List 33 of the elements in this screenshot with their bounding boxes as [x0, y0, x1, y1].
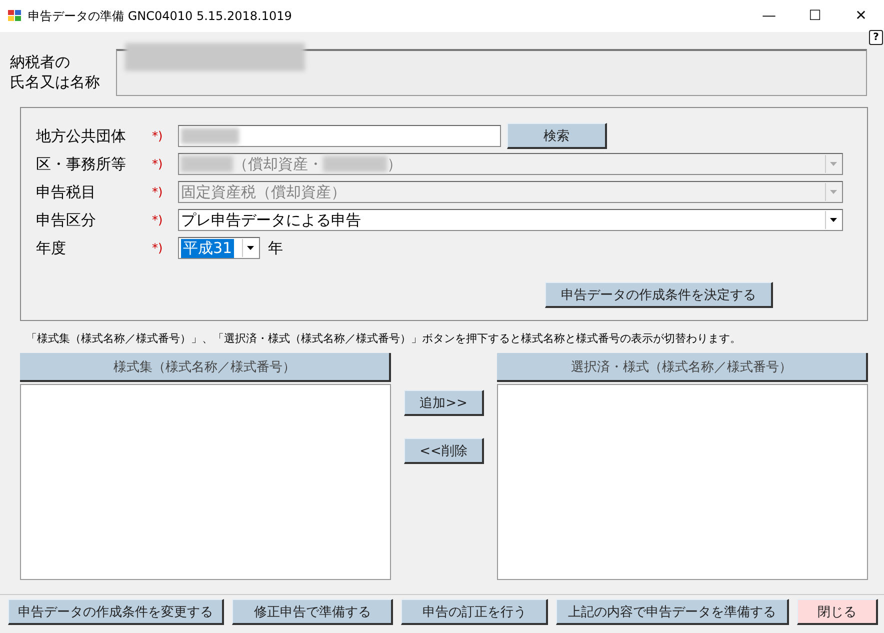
help-icon[interactable]: ? [869, 30, 883, 45]
required-mark: *) [152, 185, 164, 199]
list-header-button[interactable]: 選択済・様式（様式名称／様式番号） [497, 353, 868, 382]
action-button[interactable]: 上記の内容で申告データを準備する [556, 599, 789, 625]
search-button[interactable]: 検索 [507, 123, 607, 149]
year-unit: 年 [268, 238, 283, 258]
app-icon [8, 10, 22, 22]
window-control[interactable]: ✕ [838, 8, 884, 24]
action-button[interactable]: 申告の訂正を行う [401, 599, 548, 625]
decide-button[interactable]: 申告データの作成条件を決定する [545, 282, 773, 308]
list-header-button[interactable]: 様式集（様式名称／様式番号） [20, 353, 391, 382]
field-label: 申告区分 [36, 210, 97, 230]
hint-text: 「様式集（様式名称／様式番号）」、「選択済・様式（様式名称／様式番号）」ボタンを押下すると様式名称と様式番号の表示が切替わります。 [26, 331, 742, 346]
required-mark: *) [152, 213, 164, 227]
text-field[interactable] [178, 125, 501, 147]
window-control[interactable]: ☐ [792, 8, 838, 24]
window-control[interactable]: — [746, 8, 792, 24]
close-button[interactable]: 閉じる [796, 599, 878, 625]
year-dropdown[interactable]: 平成31 [178, 237, 260, 259]
required-mark: *) [152, 157, 164, 171]
field-label: 申告税目 [36, 182, 97, 202]
taxpayer-label: 納税者の 氏名又は名称 [10, 52, 101, 92]
required-mark: *) [152, 241, 164, 255]
field-label: 区・事務所等 [36, 154, 127, 174]
add-button[interactable]: 追加>> [404, 390, 484, 416]
action-button[interactable]: 修正申告で準備する [232, 599, 394, 625]
action-button[interactable]: 申告データの作成条件を変更する [8, 599, 224, 625]
field-label: 地方公共団体 [36, 126, 127, 146]
remove-button[interactable]: <<削除 [404, 438, 484, 464]
required-mark: *) [152, 129, 164, 143]
window-title: 申告データの準備 GNC04010 5.15.2018.1019 [28, 8, 293, 24]
combo-box[interactable]: プレ申告データによる申告 [178, 209, 843, 231]
field-label: 年度 [36, 238, 67, 258]
